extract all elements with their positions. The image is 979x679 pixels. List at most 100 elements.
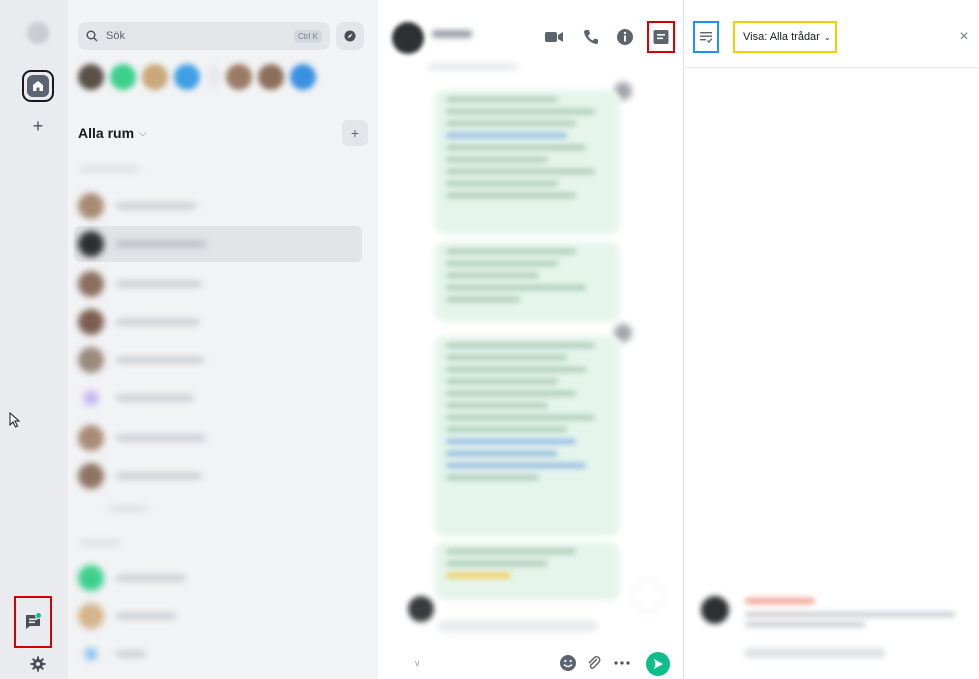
video-call-button[interactable] <box>542 25 566 49</box>
room-avatar <box>78 565 104 591</box>
emoji-icon <box>560 655 576 671</box>
voice-call-button[interactable] <box>579 25 603 49</box>
create-space-button[interactable]: + <box>28 116 48 136</box>
room-name <box>116 435 206 441</box>
settings-button[interactable] <box>28 654 48 674</box>
room-item[interactable] <box>74 420 362 456</box>
room-name <box>116 281 202 287</box>
room-item[interactable] <box>74 304 362 340</box>
room-list-header: Alla rum ⌵ + <box>78 120 368 146</box>
section-header[interactable] <box>80 166 140 172</box>
recent-room-avatar[interactable] <box>206 64 220 90</box>
room-item[interactable] <box>74 560 362 596</box>
room-name <box>116 203 196 209</box>
threads-icon <box>653 30 669 44</box>
room-list-title[interactable]: Alla rum <box>78 125 134 141</box>
recent-room-avatar[interactable] <box>226 64 252 90</box>
room-timeline: v <box>378 0 684 679</box>
message-bubble[interactable] <box>434 242 620 322</box>
format-toggle[interactable]: v <box>415 658 420 668</box>
threads-button[interactable] <box>647 21 675 53</box>
emoji-button[interactable] <box>558 653 578 673</box>
room-item[interactable] <box>74 458 362 494</box>
room-item[interactable] <box>74 188 362 224</box>
room-name <box>116 357 204 363</box>
jump-to-bottom-button[interactable] <box>632 580 664 612</box>
search-input[interactable]: Sök Ctrl K <box>78 22 330 50</box>
room-item[interactable] <box>74 380 362 416</box>
room-item[interactable] <box>74 342 362 378</box>
room-avatar <box>78 271 104 297</box>
thread-preview <box>745 622 865 627</box>
search-shortcut: Ctrl K <box>294 29 322 43</box>
show-more-link[interactable] <box>108 506 148 512</box>
room-name <box>116 575 186 581</box>
unread-dot <box>35 612 42 619</box>
threads-panel: Visa: Alla trådar ⌄ × <box>685 0 979 679</box>
threads-activity-button[interactable] <box>14 596 52 648</box>
room-avatar <box>84 647 98 661</box>
reply-preview <box>408 596 608 638</box>
recent-room-avatar[interactable] <box>174 64 200 90</box>
recent-rooms-strip <box>78 64 316 94</box>
recent-room-avatar[interactable] <box>110 64 136 90</box>
mouse-cursor-icon <box>9 412 21 428</box>
room-avatar <box>83 390 99 406</box>
room-name <box>116 319 200 325</box>
room-name <box>116 473 202 479</box>
room-avatar <box>78 231 104 257</box>
room-avatar <box>78 603 104 629</box>
room-header-name[interactable] <box>432 30 472 38</box>
phone-icon <box>584 30 598 44</box>
app-window: + Sök Ctrl K Alla rum ⌵ + v Visa: Alla t… <box>0 0 979 679</box>
recent-room-avatar[interactable] <box>258 64 284 90</box>
message-bubble[interactable] <box>434 336 620 536</box>
room-item[interactable] <box>74 266 362 302</box>
info-icon <box>617 29 633 45</box>
user-avatar[interactable] <box>27 22 49 44</box>
recent-room-avatar[interactable] <box>78 64 104 90</box>
more-icon <box>614 661 630 665</box>
room-info-button[interactable] <box>613 25 637 49</box>
room-name <box>116 395 194 401</box>
send-button[interactable] <box>646 652 670 676</box>
room-avatar <box>78 425 104 451</box>
room-name <box>116 613 176 619</box>
room-item-selected[interactable] <box>74 226 362 262</box>
room-avatar <box>78 347 104 373</box>
thread-filter-label: Visa: Alla trådar <box>743 31 820 43</box>
room-item[interactable] <box>74 598 362 634</box>
message-bubble[interactable] <box>434 542 620 600</box>
room-header <box>378 0 684 68</box>
section-header[interactable] <box>80 540 120 546</box>
attach-button[interactable] <box>584 653 604 673</box>
composer-bar: v <box>378 644 684 679</box>
thread-list-icon <box>700 32 713 43</box>
home-icon <box>27 75 49 97</box>
thread-sender-avatar <box>701 596 729 624</box>
explore-rooms-button[interactable] <box>336 22 364 50</box>
close-panel-button[interactable]: × <box>955 28 973 46</box>
room-item[interactable] <box>74 636 362 672</box>
thread-filter-dropdown[interactable]: Visa: Alla trådar ⌄ <box>733 21 837 53</box>
search-icon <box>86 30 98 42</box>
room-avatar <box>78 193 104 219</box>
threads-panel-icon-button[interactable] <box>693 21 719 53</box>
recent-room-avatar[interactable] <box>142 64 168 90</box>
room-name <box>116 651 146 657</box>
send-icon <box>654 659 663 669</box>
thread-summary-item[interactable] <box>699 590 969 670</box>
chevron-down-icon[interactable]: ⌵ <box>139 128 147 139</box>
add-room-button[interactable]: + <box>342 120 368 146</box>
recent-room-avatar[interactable] <box>290 64 316 90</box>
more-options-button[interactable] <box>612 653 632 673</box>
gear-icon <box>30 656 46 672</box>
thread-sender-name <box>745 598 815 604</box>
home-button[interactable] <box>22 70 54 102</box>
room-header-avatar[interactable] <box>392 22 424 54</box>
message-list <box>378 64 684 612</box>
date-separator <box>428 64 518 70</box>
video-camera-icon <box>545 32 563 42</box>
room-name <box>116 241 206 247</box>
message-bubble[interactable] <box>434 90 620 234</box>
